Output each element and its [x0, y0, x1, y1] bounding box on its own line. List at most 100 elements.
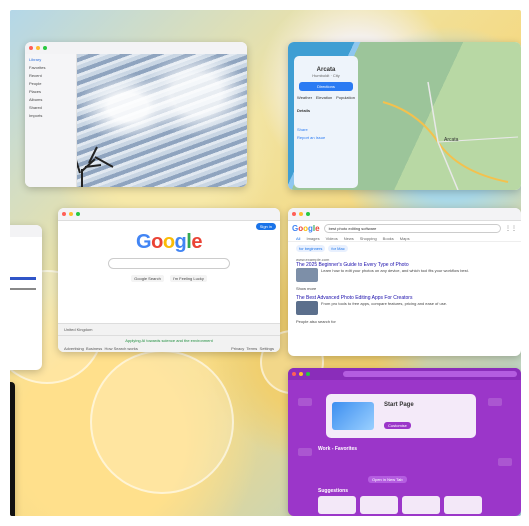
chip-row: for beginners for Mac [288, 242, 521, 255]
sidebar-item[interactable]: Library [29, 56, 72, 64]
share-link[interactable]: Share [297, 127, 355, 132]
minimize-dot-icon[interactable] [36, 46, 40, 50]
footer-link[interactable]: Advertising [64, 346, 84, 351]
partial-toolbar [10, 225, 42, 237]
start-page-card: Start Page Customise [326, 394, 476, 438]
close-dot-icon[interactable] [292, 372, 296, 376]
tile-decoration [498, 458, 512, 466]
sidebar-item[interactable]: Places [29, 88, 72, 96]
sidebar-item[interactable]: Favorites [29, 64, 72, 72]
google-buttons: Google Search I'm Feeling Lucky [58, 275, 280, 282]
stat-label: Population [336, 95, 355, 100]
stats-row: Weather Elevation Population [297, 95, 355, 100]
footer-country: United Kingdom [58, 324, 280, 336]
mission-control-desktop: Library Favorites Recent People Places A… [10, 10, 521, 516]
tab-videos[interactable]: Videos [326, 236, 338, 241]
result-item: The Best Advanced Photo Editing Apps For… [288, 293, 521, 317]
footer-link[interactable]: Business [86, 346, 102, 351]
photos-window[interactable]: Library Favorites Recent People Places A… [25, 42, 247, 187]
suggestion-cards [318, 496, 482, 514]
map-city-label: Arcata [444, 137, 459, 143]
google-logo: Google [136, 231, 202, 253]
suggestion-card[interactable] [360, 496, 398, 514]
sidebar-item[interactable]: Shared [29, 104, 72, 112]
close-dot-icon[interactable] [292, 212, 296, 216]
text-line [10, 288, 36, 290]
suggestions-title: Suggestions [318, 488, 349, 494]
bubble-decoration [90, 350, 234, 494]
place-card: Arcata Humboldt · City Directions Weathe… [294, 56, 358, 188]
result-snippet: From pro tools to free apps, compare fea… [321, 301, 448, 306]
zoom-dot-icon[interactable] [306, 212, 310, 216]
tile-decoration [298, 448, 312, 456]
footer-link[interactable]: Terms [246, 346, 257, 351]
footer-notice: Applying AI towards science and the envi… [125, 338, 213, 343]
search-input[interactable] [108, 258, 230, 269]
tab-shopping[interactable]: Shopping [360, 236, 377, 241]
google-toolbar [58, 208, 280, 221]
suggestion-card[interactable] [318, 496, 356, 514]
tab-news[interactable]: News [344, 236, 354, 241]
tab-books[interactable]: Books [383, 236, 394, 241]
card-button[interactable]: Customise [384, 422, 411, 429]
zoom-dot-icon[interactable] [306, 372, 310, 376]
sidebar-item[interactable]: Albums [29, 96, 72, 104]
dark-window[interactable] [10, 382, 15, 516]
tab-images[interactable]: Images [306, 236, 319, 241]
google-footer: United Kingdom Applying AI towards scien… [58, 323, 280, 352]
results-header: Google best photo editing software ⋮⋮ [288, 221, 521, 236]
photos-sidebar: Library Favorites Recent People Places A… [25, 54, 77, 187]
zoom-dot-icon[interactable] [76, 212, 80, 216]
suggestion-card[interactable] [444, 496, 482, 514]
sidebar-item[interactable]: People [29, 80, 72, 88]
tab-all[interactable]: All [296, 236, 300, 241]
result-thumbnail[interactable] [296, 268, 318, 282]
report-link[interactable]: Report an Issue [297, 135, 355, 140]
stat-label: Elevation [315, 95, 333, 100]
address-bar[interactable] [343, 371, 517, 377]
card-image [332, 402, 374, 430]
zoom-dot-icon[interactable] [43, 46, 47, 50]
footer-link[interactable]: Settings [260, 346, 274, 351]
result-snippet: Learn how to edit your photos on any dev… [321, 268, 469, 273]
result-thumbnail[interactable] [296, 301, 318, 315]
maps-window[interactable]: Arcata Arcata Humboldt · City Directions… [288, 42, 521, 190]
minimize-dot-icon[interactable] [299, 212, 303, 216]
tile-decoration [298, 398, 312, 406]
show-more-link[interactable]: Show more [288, 284, 521, 293]
partial-window[interactable] [10, 225, 42, 370]
section-title: Work - Favorites [318, 446, 358, 452]
directions-button[interactable]: Directions [299, 82, 353, 91]
lucky-button[interactable]: I'm Feeling Lucky [169, 275, 207, 282]
purple-browser-window[interactable]: Start Page Customise Work - Favorites Op… [288, 368, 521, 516]
result-item: www.example.com The 2025 Beginner's Guid… [288, 255, 521, 284]
tree-silhouette-icon [77, 146, 114, 187]
apps-icon[interactable]: ⋮⋮ [505, 225, 517, 232]
footer-link[interactable]: How Search works [105, 346, 138, 351]
google-logo-small: Google [292, 224, 320, 233]
tile-decoration [488, 398, 502, 406]
signin-button[interactable]: Sign in [255, 223, 276, 230]
sidebar-item[interactable]: Imports [29, 112, 72, 120]
tab-maps[interactable]: Maps [400, 236, 410, 241]
google-search-button[interactable]: Google Search [131, 275, 164, 282]
purple-toolbar [288, 368, 521, 380]
minimize-dot-icon[interactable] [299, 372, 303, 376]
details-title: Details [297, 108, 311, 113]
chip[interactable]: for beginners [296, 245, 326, 252]
results-search-input[interactable]: best photo editing software [323, 224, 501, 233]
close-dot-icon[interactable] [29, 46, 33, 50]
chip[interactable]: for Mac [328, 245, 348, 252]
open-new-tab-button[interactable]: Open in New Tab [368, 476, 407, 483]
results-toolbar [288, 208, 521, 221]
stat-label: Weather [297, 95, 313, 100]
place-subtitle: Humboldt · City [312, 73, 340, 78]
minimize-dot-icon[interactable] [69, 212, 73, 216]
suggestion-card[interactable] [402, 496, 440, 514]
sidebar-item[interactable]: Recent [29, 72, 72, 80]
text-line [10, 277, 36, 280]
results-window[interactable]: Google best photo editing software ⋮⋮ Al… [288, 208, 521, 356]
google-window[interactable]: Sign in Google Google Search I'm Feeling… [58, 208, 280, 352]
footer-link[interactable]: Privacy [231, 346, 244, 351]
close-dot-icon[interactable] [62, 212, 66, 216]
